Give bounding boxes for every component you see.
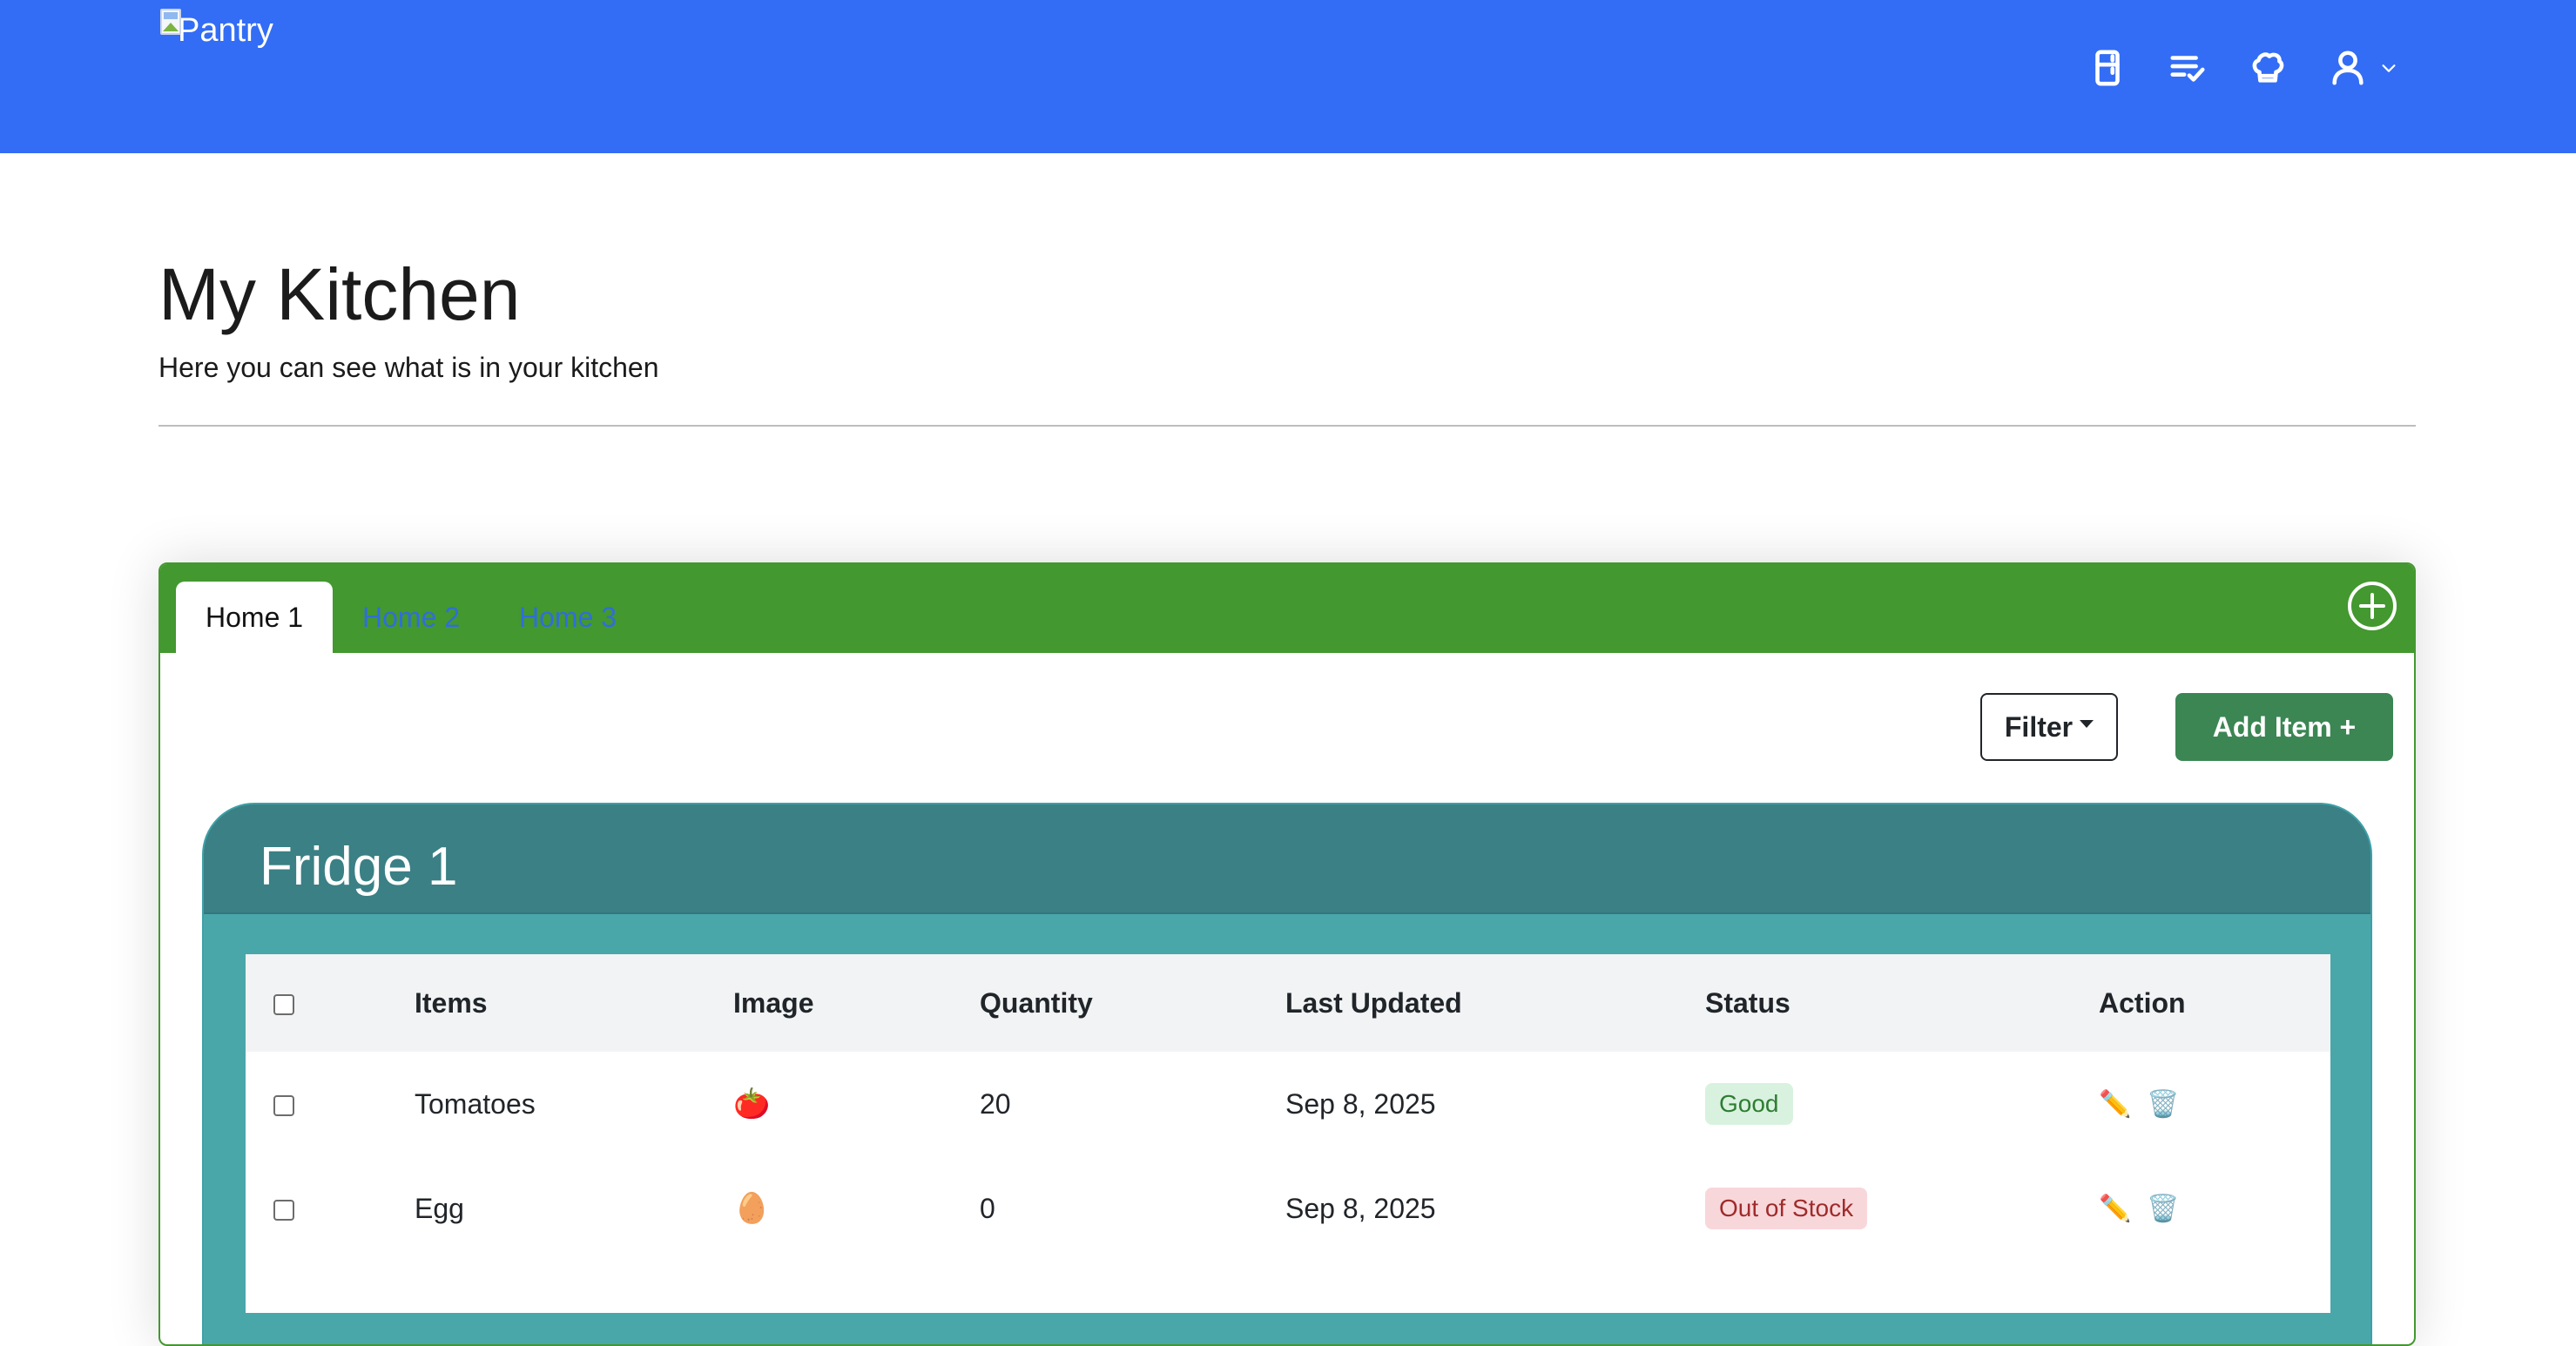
- column-header-last-updated[interactable]: Last Updated: [1285, 954, 1705, 1052]
- item-last-updated: Sep 8, 2025: [1285, 1087, 1436, 1120]
- chef-hat-icon[interactable]: [2243, 44, 2292, 92]
- table-row: [246, 1261, 2330, 1313]
- fridge-header: Fridge 1: [204, 804, 2370, 914]
- item-quantity: 20: [980, 1087, 1011, 1120]
- tomato-icon: 🍅: [733, 1087, 771, 1121]
- kitchen-card: Home 1 Home 2 Home 3 Filter Add Item + F…: [158, 562, 2416, 1346]
- row-checkbox[interactable]: [273, 1095, 294, 1117]
- column-header-items[interactable]: Items: [415, 954, 733, 1052]
- brand-alt-text: Pantry: [178, 12, 273, 49]
- tab-home-1[interactable]: Home 1: [176, 582, 334, 653]
- table-row: Tomatoes 🍅 20 Sep 8, 2025 Good ✏️ 🗑️: [246, 1052, 2330, 1156]
- chevron-down-icon[interactable]: [2376, 44, 2402, 92]
- home-tab-bar: Home 1 Home 2 Home 3: [160, 564, 2414, 653]
- caret-down-icon: [2080, 719, 2094, 728]
- column-header-quantity[interactable]: Quantity: [980, 954, 1285, 1052]
- plus-circle-icon[interactable]: [2346, 580, 2398, 632]
- item-quantity: 0: [980, 1192, 995, 1224]
- select-all-checkbox[interactable]: [273, 994, 294, 1016]
- fridge-title: Fridge 1: [260, 837, 458, 897]
- trash-icon[interactable]: 🗑️: [2147, 1194, 2179, 1224]
- page-subtitle: Here you can see what is in your kitchen: [158, 352, 659, 383]
- items-table: Items Image Quantity Last Updated Status…: [246, 954, 2330, 1313]
- tab-home-2[interactable]: Home 2: [333, 582, 489, 653]
- fridge-icon[interactable]: [2083, 44, 2132, 92]
- egg-icon: 🥚: [733, 1192, 771, 1225]
- divider: [158, 425, 2416, 427]
- status-badge: Good: [1705, 1083, 1793, 1125]
- page-title: My Kitchen: [158, 253, 521, 335]
- fridge-panel: Fridge 1 Items Image Quantity Last Updat…: [202, 803, 2372, 1344]
- item-last-updated: Sep 8, 2025: [1285, 1192, 1436, 1224]
- column-header-action: Action: [2099, 986, 2186, 1019]
- checklist-icon[interactable]: [2163, 44, 2212, 92]
- table-header-row: Items Image Quantity Last Updated Status…: [246, 954, 2330, 1052]
- status-badge: Out of Stock: [1705, 1188, 1868, 1229]
- edit-pencil-icon[interactable]: ✏️: [2099, 1089, 2131, 1120]
- filter-label: Filter: [2004, 710, 2074, 743]
- tab-home-3[interactable]: Home 3: [489, 582, 646, 653]
- column-header-status[interactable]: Status: [1705, 954, 2099, 1052]
- column-header-image: Image: [733, 986, 814, 1019]
- brand-logo[interactable]: Pantry: [158, 9, 273, 47]
- trash-icon[interactable]: 🗑️: [2147, 1089, 2179, 1120]
- item-name: Tomatoes: [415, 1087, 536, 1120]
- add-item-button[interactable]: Add Item +: [2175, 693, 2393, 761]
- edit-pencil-icon[interactable]: ✏️: [2099, 1194, 2131, 1224]
- filter-button[interactable]: Filter: [1980, 693, 2118, 761]
- item-name: Egg: [415, 1192, 464, 1224]
- table-row: Egg 🥚 0 Sep 8, 2025 Out of Stock ✏️ 🗑️: [246, 1156, 2330, 1261]
- user-icon[interactable]: [2323, 44, 2372, 92]
- row-checkbox[interactable]: [273, 1200, 294, 1221]
- broken-image-icon: [158, 9, 183, 38]
- navbar: Pantry: [0, 0, 2576, 153]
